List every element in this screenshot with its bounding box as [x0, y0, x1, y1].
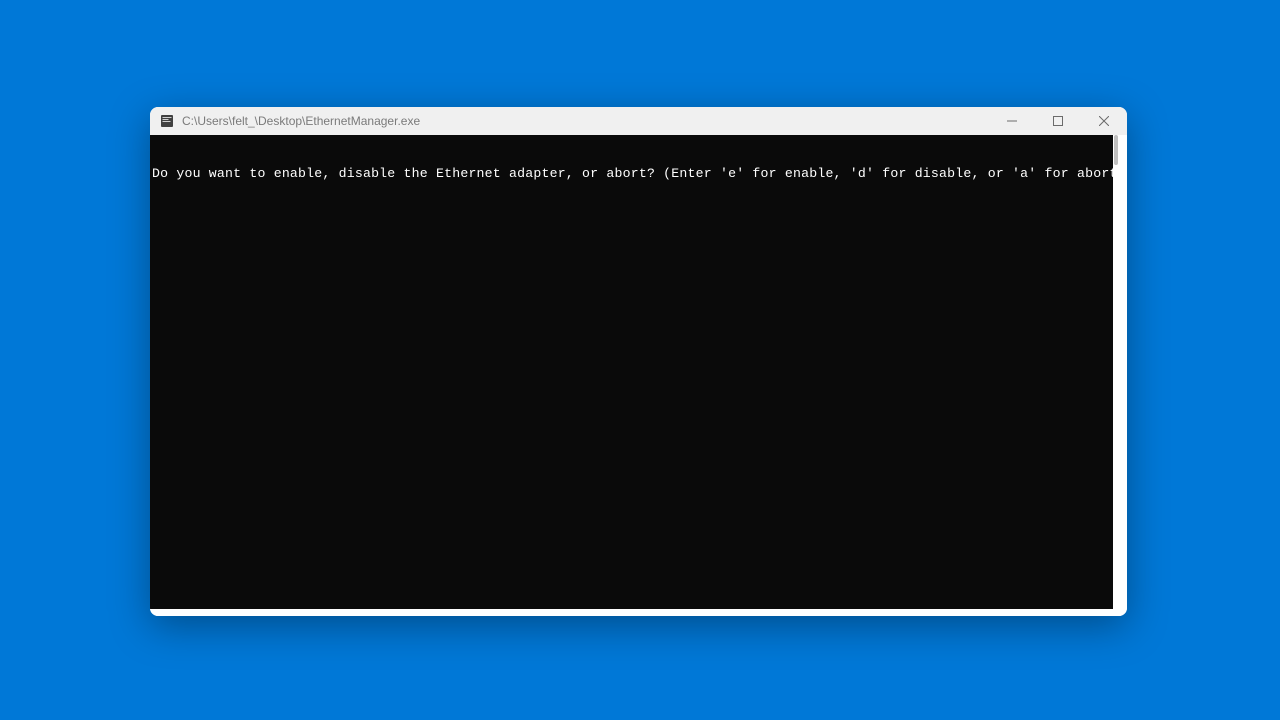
minimize-button[interactable]: [989, 107, 1035, 135]
window-controls: [989, 107, 1127, 135]
console-area-wrap: Do you want to enable, disable the Ether…: [150, 135, 1127, 616]
console-output[interactable]: Do you want to enable, disable the Ether…: [150, 135, 1113, 609]
app-icon: [160, 114, 174, 128]
maximize-button[interactable]: [1035, 107, 1081, 135]
scrollbar-thumb[interactable]: [1114, 135, 1118, 165]
titlebar[interactable]: C:\Users\felt_\Desktop\EthernetManager.e…: [150, 107, 1127, 135]
close-button[interactable]: [1081, 107, 1127, 135]
console-prompt-line: Do you want to enable, disable the Ether…: [152, 166, 1111, 181]
console-window: C:\Users\felt_\Desktop\EthernetManager.e…: [150, 107, 1127, 616]
vertical-scrollbar[interactable]: [1113, 135, 1120, 609]
window-title: C:\Users\felt_\Desktop\EthernetManager.e…: [182, 114, 989, 128]
